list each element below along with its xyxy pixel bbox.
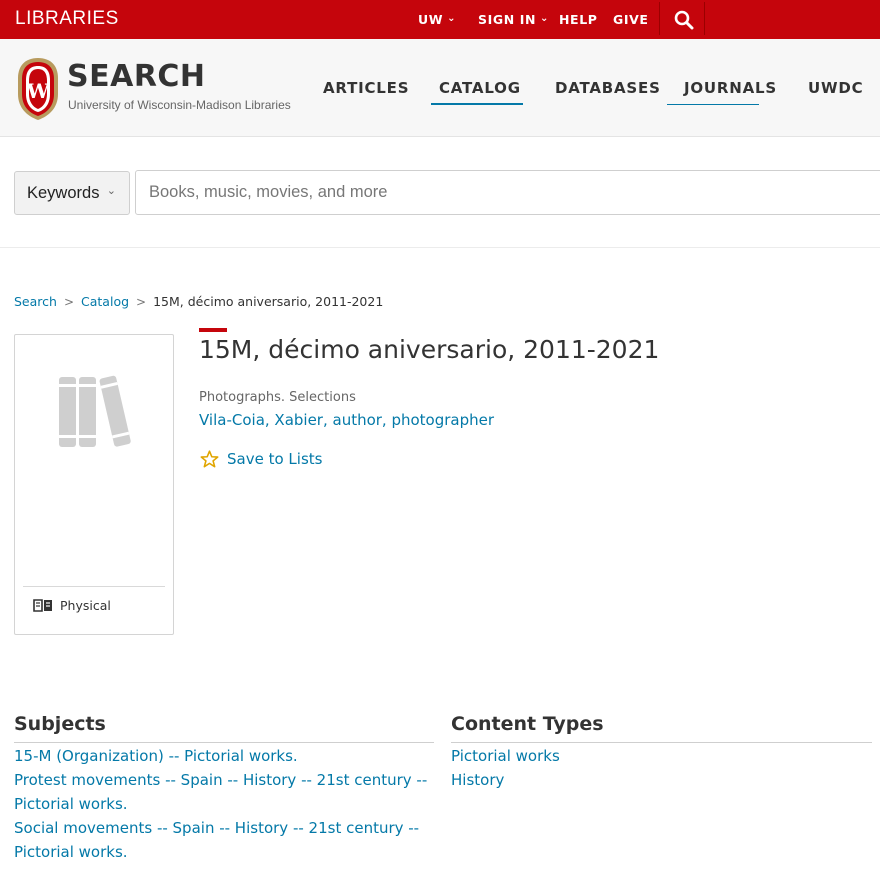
chevron-down-icon: ⌄ — [447, 13, 457, 24]
subjects-list: 15-M (Organization) -- Pictorial works. … — [14, 744, 434, 864]
chevron-down-icon: ⌄ — [540, 13, 550, 24]
nav-catalog-active-indicator — [431, 103, 523, 105]
breadcrumb-catalog[interactable]: Catalog — [81, 294, 129, 309]
divider — [704, 2, 705, 35]
subject-link-line: Protest movements -- Spain -- History --… — [14, 771, 428, 789]
chevron-down-icon: ⌄ — [106, 185, 116, 197]
list-item: Pictorial works — [451, 744, 872, 768]
list-item: Social movements -- Spain -- History -- … — [14, 816, 434, 864]
give-link[interactable]: GIVE — [613, 0, 649, 39]
book-open-icon — [33, 599, 52, 612]
search-input[interactable] — [135, 170, 880, 215]
save-to-lists-label: Save to Lists — [227, 450, 323, 468]
nav-journals[interactable]: JOURNALS — [684, 79, 777, 97]
list-item: Protest movements -- Spain -- History --… — [14, 768, 434, 816]
site-header: W SEARCH University of Wisconsin-Madison… — [0, 39, 880, 137]
title-accent-bar — [199, 328, 227, 332]
site-subtitle: University of Wisconsin-Madison Librarie… — [68, 98, 291, 112]
format-indicator: Physical — [33, 598, 111, 613]
record-author-link[interactable]: Vila-Coia, Xabier, author, photographer — [199, 411, 494, 429]
subject-link-line: Social movements -- Spain -- History -- … — [14, 819, 420, 837]
save-to-lists-button[interactable]: Save to Lists — [200, 450, 322, 468]
content-types-list: Pictorial works History — [451, 744, 872, 792]
nav-uwdc[interactable]: UWDC — [808, 79, 863, 97]
nav-articles[interactable]: ARTICLES — [323, 79, 409, 97]
nav-journals-underline — [667, 104, 759, 105]
subject-link-line: Pictorial works. — [14, 795, 128, 813]
breadcrumb-separator: > — [136, 294, 147, 309]
uw-crest-logo[interactable]: W — [15, 56, 61, 122]
cover-card: Physical — [14, 334, 174, 635]
record-genre: Photographs. Selections — [199, 390, 356, 405]
star-icon — [200, 450, 219, 468]
content-type-link[interactable]: Pictorial works — [451, 747, 560, 765]
list-item: 15-M (Organization) -- Pictorial works. — [14, 744, 434, 768]
divider — [23, 586, 165, 587]
site-title[interactable]: SEARCH — [67, 62, 206, 92]
subject-link[interactable]: 15-M (Organization) -- Pictorial works. — [14, 747, 298, 765]
content-types-heading: Content Types — [451, 713, 604, 735]
books-icon — [59, 375, 131, 447]
subject-link-line: Pictorial works. — [14, 843, 128, 861]
libraries-brand-link[interactable]: LIBRARIES — [15, 8, 119, 30]
help-link[interactable]: HELP — [559, 0, 598, 39]
subject-link[interactable]: Protest movements -- Spain -- History --… — [14, 771, 427, 813]
crest-letter: W — [26, 79, 50, 103]
sign-in-label: SIGN IN — [478, 12, 537, 27]
uw-menu[interactable]: UW ⌄ — [418, 0, 456, 39]
nav-catalog[interactable]: CATALOG — [439, 79, 521, 97]
divider — [451, 742, 872, 743]
breadcrumb-search[interactable]: Search — [14, 294, 57, 309]
search-bar-area: Keywords ⌄ — [0, 138, 880, 248]
search-icon — [674, 10, 694, 29]
subject-link[interactable]: Social movements -- Spain -- History -- … — [14, 819, 419, 861]
sign-in-menu[interactable]: SIGN IN ⌄ — [478, 0, 549, 39]
top-bar: LIBRARIES UW ⌄ SIGN IN ⌄ HELP GIVE — [0, 0, 880, 39]
content-type-link[interactable]: History — [451, 771, 504, 789]
record-title: 15M, décimo aniversario, 2011-2021 — [199, 335, 660, 364]
list-item: History — [451, 768, 872, 792]
search-scope-select[interactable]: Keywords ⌄ — [14, 171, 130, 215]
breadcrumb-current: 15M, décimo aniversario, 2011-2021 — [153, 294, 384, 309]
subjects-heading: Subjects — [14, 713, 106, 735]
format-label: Physical — [60, 598, 111, 613]
search-toggle-button[interactable] — [665, 0, 703, 39]
search-scope-label: Keywords — [27, 183, 100, 202]
give-label: GIVE — [613, 12, 649, 27]
divider — [659, 2, 660, 35]
nav-databases[interactable]: DATABASES — [555, 79, 661, 97]
breadcrumb-separator: > — [63, 294, 75, 309]
breadcrumb: Search > Catalog > 15M, décimo aniversar… — [14, 294, 383, 309]
uw-menu-label: UW — [418, 12, 444, 27]
divider — [14, 742, 434, 743]
help-label: HELP — [559, 12, 598, 27]
